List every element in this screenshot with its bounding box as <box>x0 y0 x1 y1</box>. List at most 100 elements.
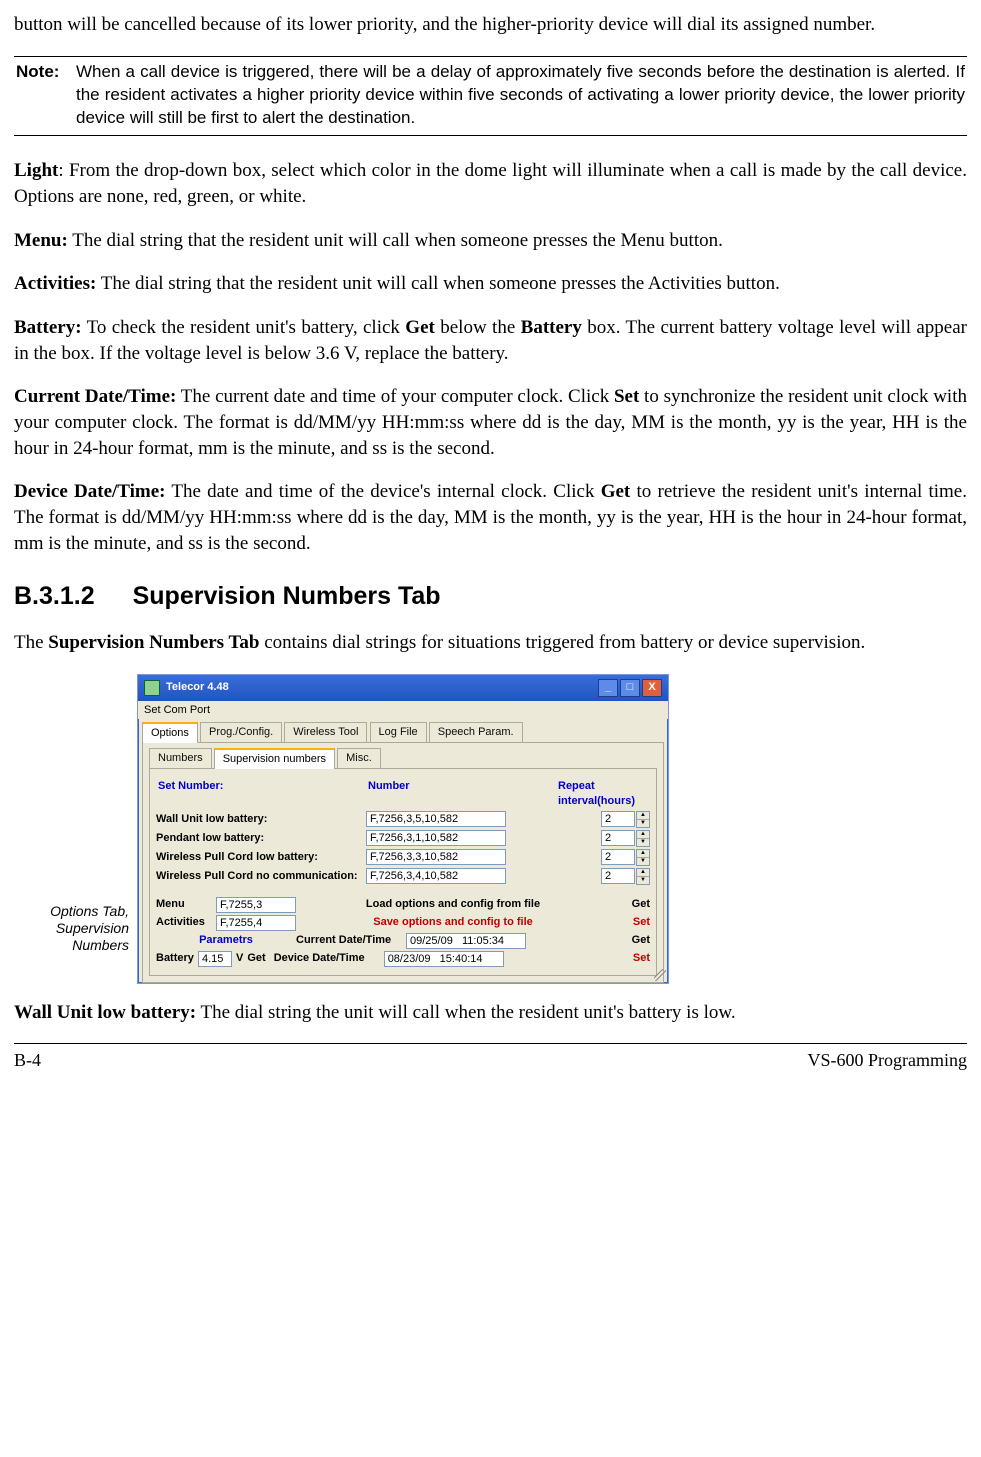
battery-label: Battery <box>156 951 198 966</box>
spin-up-icon[interactable]: ▲ <box>637 812 649 820</box>
tabs-primary: Options Prog./Config. Wireless Tool Log … <box>138 719 668 742</box>
tab-prog-config[interactable]: Prog./Config. <box>200 722 282 742</box>
hdr-set-number: Set Number: <box>158 779 368 809</box>
menubar-item[interactable]: Set Com Port <box>138 701 668 720</box>
number-input[interactable] <box>366 830 506 846</box>
load-get-button[interactable]: Get <box>610 897 650 912</box>
figure-wrap: Options Tab, Supervision Numbers Telecor… <box>14 674 967 984</box>
maximize-button[interactable]: □ <box>620 679 640 697</box>
note-text: When a call device is triggered, there w… <box>76 61 965 130</box>
number-input[interactable] <box>366 849 506 865</box>
section-title: Supervision Numbers Tab <box>133 582 441 610</box>
load-options-label[interactable]: Load options and config from file <box>296 897 610 912</box>
tab-numbers[interactable]: Numbers <box>149 748 212 768</box>
menu-label: Menu: <box>14 230 68 251</box>
repeat-input[interactable] <box>601 849 635 865</box>
repeat-spinner[interactable]: ▲▼ <box>601 830 650 847</box>
ddt-input[interactable] <box>384 951 504 967</box>
parametrs-label: Parametrs <box>156 933 296 948</box>
note-label: Note: <box>16 61 76 130</box>
ddt-label: Device Date/Time <box>274 951 384 966</box>
page-number: B-4 <box>14 1048 41 1072</box>
doc-title: VS-600 Programming <box>808 1048 968 1072</box>
window-title: Telecor 4.48 <box>166 680 229 695</box>
paragraph-supervision-intro: The Supervision Numbers Tab contains dia… <box>14 630 967 656</box>
tab-log-file[interactable]: Log File <box>370 722 427 742</box>
row-label: Wall Unit low battery: <box>156 812 366 827</box>
tab-misc[interactable]: Misc. <box>337 748 381 768</box>
save-set-button[interactable]: Set <box>610 915 650 930</box>
spin-down-icon[interactable]: ▼ <box>637 858 649 865</box>
repeat-spinner[interactable]: ▲▼ <box>601 868 650 885</box>
repeat-spinner[interactable]: ▲▼ <box>601 811 650 828</box>
row-wireless-pull-cord-no-comm: Wireless Pull Cord no communication: ▲▼ <box>156 868 650 885</box>
spin-up-icon[interactable]: ▲ <box>637 850 649 858</box>
activities-label: Activities: <box>14 273 96 294</box>
tab-speech-param[interactable]: Speech Param. <box>429 722 523 742</box>
repeat-input[interactable] <box>601 830 635 846</box>
wall-unit-label: Wall Unit low battery: <box>14 1002 196 1023</box>
options-panel: Numbers Supervision numbers Misc. Set Nu… <box>142 742 664 983</box>
spin-up-icon[interactable]: ▲ <box>637 831 649 839</box>
figure-caption: Options Tab, Supervision Numbers <box>14 903 129 953</box>
spin-down-icon[interactable]: ▼ <box>637 839 649 846</box>
section-heading: B.3.1.2Supervision Numbers Tab <box>14 580 967 614</box>
repeat-input[interactable] <box>601 811 635 827</box>
hdr-number: Number <box>368 779 558 809</box>
battery-label: Battery: <box>14 317 82 338</box>
volt-label: V <box>236 951 243 966</box>
number-input[interactable] <box>366 868 506 884</box>
page-footer: B-4 VS-600 Programming <box>14 1043 967 1072</box>
activities-input[interactable] <box>216 915 296 931</box>
row-label: Pendant low battery: <box>156 831 366 846</box>
light-text: : From the drop-down box, select which c… <box>14 160 967 207</box>
spin-down-icon[interactable]: ▼ <box>637 820 649 827</box>
tab-supervision-numbers[interactable]: Supervision numbers <box>214 748 335 769</box>
ddt-set-button[interactable]: Set <box>610 951 650 966</box>
hdr-repeat: Repeat interval(hours) <box>558 779 648 809</box>
titlebar[interactable]: Telecor 4.48 _ □ X <box>138 675 668 701</box>
minimize-button[interactable]: _ <box>598 679 618 697</box>
cdt-label: Current Date/Time <box>296 933 406 948</box>
ddt-get: Get <box>601 481 631 502</box>
battery-input[interactable] <box>198 951 232 967</box>
cdt-input[interactable] <box>406 933 526 949</box>
activities-label: Activities <box>156 915 216 930</box>
resize-grip-icon[interactable] <box>654 969 666 981</box>
number-input[interactable] <box>366 811 506 827</box>
activities-text: The dial string that the resident unit w… <box>96 273 780 294</box>
repeat-input[interactable] <box>601 868 635 884</box>
paragraph-activities: Activities: The dial string that the res… <box>14 271 967 297</box>
cdt-label: Current Date/Time: <box>14 386 176 407</box>
repeat-spinner[interactable]: ▲▼ <box>601 849 650 866</box>
save-options-label[interactable]: Save options and config to file <box>296 915 610 930</box>
paragraph-menu: Menu: The dial string that the resident … <box>14 228 967 254</box>
wall-unit-text: The dial string the unit will call when … <box>196 1002 736 1023</box>
paragraph-current-datetime: Current Date/Time: The current date and … <box>14 384 967 461</box>
row-label: Wireless Pull Cord no communication: <box>156 869 366 884</box>
column-headers: Set Number: Number Repeat interval(hours… <box>158 779 648 809</box>
app-window: Telecor 4.48 _ □ X Set Com Port Options … <box>137 674 669 984</box>
cdt-get-button[interactable]: Get <box>610 933 650 948</box>
paragraph-light: Light: From the drop-down box, select wh… <box>14 158 967 209</box>
battery-get: Get <box>405 317 435 338</box>
tab-options[interactable]: Options <box>142 722 198 743</box>
ddt-label: Device Date/Time: <box>14 481 166 502</box>
paragraph-intro: button will be cancelled because of its … <box>14 12 967 38</box>
menu-label: Menu <box>156 897 216 912</box>
battery-get-button[interactable]: Get <box>247 951 265 966</box>
spin-up-icon[interactable]: ▲ <box>637 869 649 877</box>
spin-down-icon[interactable]: ▼ <box>637 877 649 884</box>
row-pendant-low-battery: Pendant low battery: ▲▼ <box>156 830 650 847</box>
row-wireless-pull-cord-low-battery: Wireless Pull Cord low battery: ▲▼ <box>156 849 650 866</box>
battery-box-label: Battery <box>521 317 582 338</box>
paragraph-device-datetime: Device Date/Time: The date and time of t… <box>14 479 967 556</box>
row-wall-unit-low-battery: Wall Unit low battery: ▲▼ <box>156 811 650 828</box>
row-label: Wireless Pull Cord low battery: <box>156 850 366 865</box>
cdt-set: Set <box>614 386 639 407</box>
note-block: Note: When a call device is triggered, t… <box>14 56 967 137</box>
supervision-tab-bold: Supervision Numbers Tab <box>48 632 259 653</box>
menu-input[interactable] <box>216 897 296 913</box>
close-button[interactable]: X <box>642 679 662 697</box>
tab-wireless-tool[interactable]: Wireless Tool <box>284 722 367 742</box>
